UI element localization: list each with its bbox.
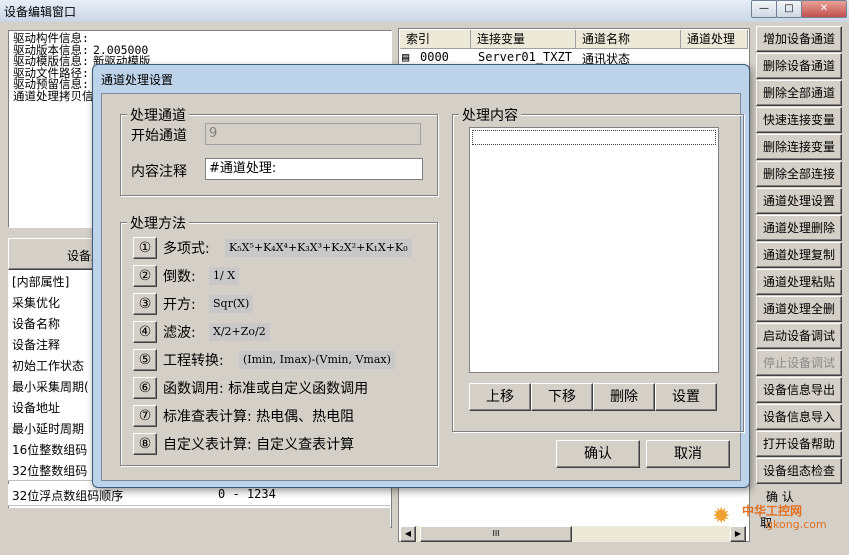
side-button[interactable]: 通道处理全删: [756, 296, 842, 322]
ok-button[interactable]: 确认: [556, 440, 640, 468]
method-formula: (Imin, Imax)-(Vmin, Vmax): [239, 351, 395, 369]
method-formula: X/2+Zo/2: [209, 323, 270, 341]
property-name: 设备注释: [12, 338, 61, 352]
method-label: 工程转换:: [163, 353, 224, 369]
side-button[interactable]: 设备信息导出: [756, 377, 842, 403]
window-title: 设备编辑窗口: [4, 5, 77, 19]
group-process-channel: 处理通道 开始通道 9 内容注释 #通道处理:: [120, 105, 438, 196]
comment-label: 内容注释: [131, 164, 187, 180]
property-name: 采集优化: [12, 296, 61, 310]
column-header-channel-name[interactable]: 通道名称: [576, 30, 681, 49]
channel-processing-dialog: 通道处理设置 处理通道 开始通道 9 内容注释 #通道处理: 处理方法 ① 多项式…: [92, 64, 750, 488]
property-name: 16位整数组码: [12, 443, 88, 457]
property-name: [内部属性]: [12, 275, 70, 289]
scroll-left-button[interactable]: ◀: [400, 526, 416, 542]
side-button[interactable]: 通道处理设置: [756, 188, 842, 214]
method-label: 函数调用: 标准或自定义函数调用: [163, 381, 369, 397]
comment-field[interactable]: #通道处理:: [205, 158, 423, 180]
process-content-list[interactable]: [469, 127, 719, 373]
side-button[interactable]: 启动设备调试: [756, 323, 842, 349]
method-option-button[interactable]: ④: [133, 321, 157, 343]
property-value: 0 - 1234: [218, 487, 276, 501]
property-name: 32位整数组码: [12, 464, 88, 478]
method-label: 多项式:: [163, 241, 210, 257]
side-button[interactable]: 通道处理复制: [756, 242, 842, 268]
side-button[interactable]: 删除连接变量: [756, 134, 842, 160]
property-name: 最小采集周期(: [12, 380, 89, 394]
group-process-channel-title: 处理通道: [127, 105, 189, 125]
move-up-button[interactable]: 上移: [469, 383, 531, 411]
minimize-button[interactable]: —: [751, 0, 777, 18]
property-name: 最小延时周期: [12, 422, 85, 436]
method-formula: K₅X⁵+K₄X⁴+K₃X³+K₂X²+K₁X+K₀: [225, 239, 412, 257]
row-index: 0000: [420, 50, 449, 64]
property-name: 初始工作状态: [12, 359, 85, 373]
column-header-channel-proc[interactable]: 通道处理: [681, 30, 748, 49]
method-label: 标准查表计算: 热电偶、热电阻: [163, 409, 355, 425]
side-button[interactable]: 停止设备调试: [756, 350, 842, 376]
close-button[interactable]: ✕: [801, 0, 847, 18]
method-option-button[interactable]: ③: [133, 293, 157, 315]
method-option-button[interactable]: ①: [133, 237, 157, 259]
watermark-logo: ✹ 中华工控网 gkong.com: [712, 500, 846, 540]
start-channel-label: 开始通道: [131, 128, 187, 144]
method-option-button[interactable]: ⑥: [133, 377, 157, 399]
horizontal-scrollbar[interactable]: ◀ III ▶: [400, 526, 746, 542]
start-channel-field: 9: [205, 123, 421, 145]
column-header-index[interactable]: 索引: [400, 30, 471, 49]
property-grid-bottom: [8, 508, 390, 530]
property-name: 设备名称: [12, 317, 61, 331]
watermark-text: 中华工控网: [742, 504, 803, 518]
scroll-thumb[interactable]: III: [420, 526, 572, 542]
delete-button[interactable]: 删除: [593, 383, 655, 411]
side-button[interactable]: 通道处理粘贴: [756, 269, 842, 295]
group-process-content-title: 处理内容: [459, 105, 521, 125]
column-header-variable[interactable]: 连接变量: [471, 30, 576, 49]
move-down-button[interactable]: 下移: [531, 383, 593, 411]
method-formula: 1/ X: [209, 267, 240, 285]
dialog-title: 通道处理设置: [101, 73, 174, 87]
driver-info-label: 通道处理拷贝信: [13, 88, 94, 103]
setup-button[interactable]: 设置: [655, 383, 717, 411]
method-option-button[interactable]: ⑦: [133, 405, 157, 427]
method-label: 倒数:: [163, 269, 196, 285]
group-process-method-title: 处理方法: [127, 213, 189, 233]
method-formula: Sqr(X): [209, 295, 254, 313]
group-process-method: 处理方法 ① 多项式: K₅X⁵+K₄X⁴+K₃X³+K₂X²+K₁X+K₀ ② 倒数:…: [120, 213, 438, 466]
window-titlebar: 设备编辑窗口 — □ ✕: [0, 0, 849, 22]
method-label: 开方:: [163, 297, 196, 313]
method-option-button[interactable]: ⑤: [133, 349, 157, 371]
side-button[interactable]: 删除全部通道: [756, 80, 842, 106]
side-button[interactable]: 删除全部连接: [756, 161, 842, 187]
cancel-button[interactable]: 取消: [646, 440, 730, 468]
side-button[interactable]: 设备组态检查: [756, 458, 842, 484]
property-name: 设备地址: [12, 401, 61, 415]
side-button[interactable]: 设备信息导入: [756, 404, 842, 430]
row-icon: ▤: [402, 50, 410, 64]
side-button[interactable]: 增加设备通道: [756, 26, 842, 52]
maximize-button[interactable]: □: [776, 0, 802, 18]
row-variable: Server01_TXZT: [478, 50, 572, 64]
side-button[interactable]: 快速连接变量: [756, 107, 842, 133]
group-process-content: 处理内容 上移 下移 删除 设置: [452, 105, 744, 432]
method-option-button[interactable]: ⑧: [133, 433, 157, 455]
side-button[interactable]: 打开设备帮助: [756, 431, 842, 457]
side-button[interactable]: 删除设备通道: [756, 53, 842, 79]
method-option-button[interactable]: ②: [133, 265, 157, 287]
method-label: 自定义表计算: 自定义查表计算: [163, 437, 355, 453]
side-button[interactable]: 通道处理删除: [756, 215, 842, 241]
watermark-url: gkong.com: [766, 518, 827, 531]
property-name: 32位浮点数组码顺序: [12, 489, 124, 503]
dialog-body: 处理通道 开始通道 9 内容注释 #通道处理: 处理方法 ① 多项式: K₅X⁵+K…: [101, 93, 744, 481]
method-label: 滤波:: [163, 325, 196, 341]
list-focus-row: [472, 130, 716, 145]
gear-icon: ✹: [712, 504, 731, 529]
